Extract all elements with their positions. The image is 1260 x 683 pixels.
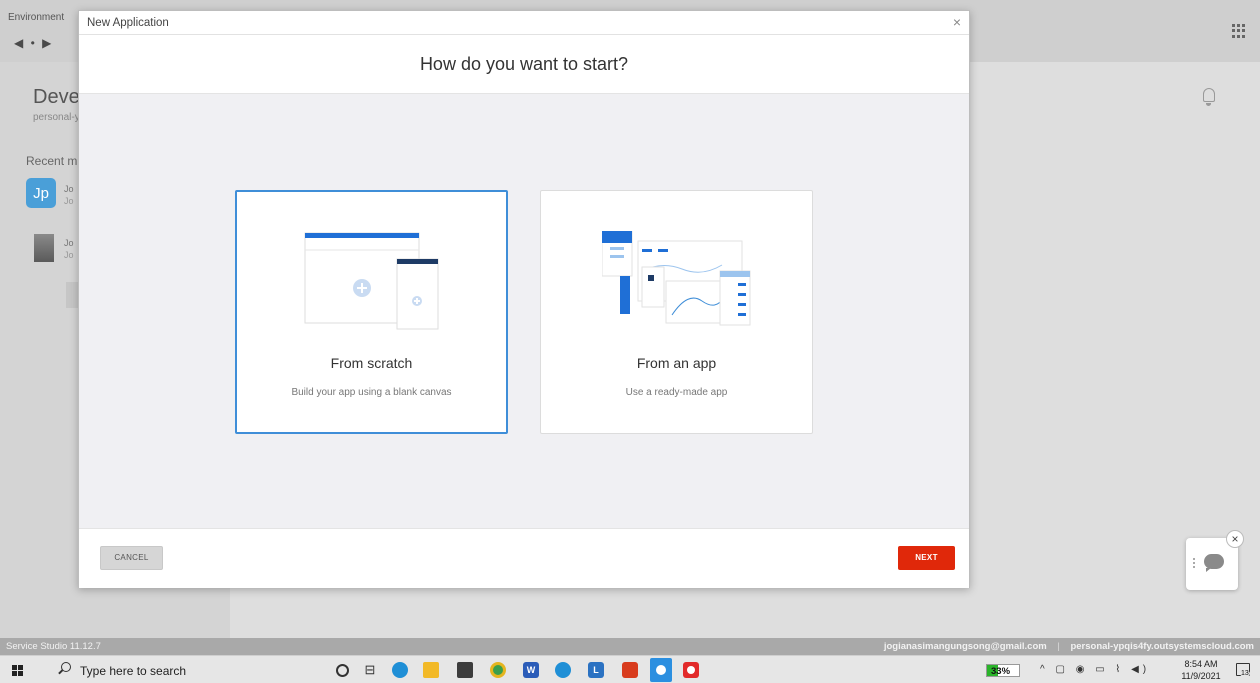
office-icon[interactable] (622, 662, 638, 678)
environment-label: Environment (8, 12, 65, 23)
battery-indicator[interactable]: 33% (986, 664, 1020, 677)
photo-avatar[interactable] (34, 234, 54, 262)
ready-made-app-illustration (601, 231, 750, 326)
apps-grid-icon[interactable] (1232, 24, 1246, 38)
red-app-icon[interactable] (683, 662, 699, 678)
option-title: From an app (636, 355, 717, 371)
search-icon[interactable] (61, 662, 71, 672)
edge-icon[interactable] (392, 662, 408, 678)
close-icon[interactable]: × (953, 14, 961, 30)
status-bar: Service Studio 11.12.7 jogianasimangungs… (0, 638, 1260, 655)
option-from-an-app[interactable]: From an app Use a ready-made app (540, 190, 813, 434)
avatar[interactable]: Jp (26, 178, 56, 208)
battery-percent: 33% (991, 666, 1011, 677)
recent-item-name: Jo (64, 238, 74, 248)
recent-item-sub: Jo (64, 250, 74, 260)
mail-icon[interactable] (457, 662, 473, 678)
option-description: Build your app using a blank canvas (291, 387, 452, 398)
chat-bubble-icon[interactable] (1204, 554, 1224, 572)
dialog-title: New Application (87, 17, 169, 29)
taskbar-search-input[interactable]: Type here to search (80, 664, 186, 678)
recent-item-sub: Jo (64, 196, 74, 206)
recent-modules-label: Recent m (26, 154, 78, 168)
drag-handle-icon[interactable] (1193, 558, 1195, 568)
version-label: Service Studio 11.12.7 (6, 641, 101, 652)
bell-icon[interactable] (1203, 88, 1215, 106)
cancel-button[interactable]: CANCEL (100, 546, 163, 570)
system-tray-icons[interactable]: ^ ▢ ◉ ▭ ⌇ ◀) (1040, 664, 1150, 675)
windows-start-icon[interactable] (12, 665, 23, 676)
option-description: Use a ready-made app (625, 387, 728, 398)
account-info: jogianasimangungsong@gmail.com | persona… (884, 641, 1254, 652)
task-view-icon[interactable]: ⊟ (362, 662, 378, 678)
word-icon[interactable]: W (523, 662, 539, 678)
separator: | (1057, 641, 1060, 652)
page-title: How do you want to start? (419, 54, 629, 74)
windows-taskbar: Type here to search ⊟ W L 33% ^ ▢ ◉ ▭ ⌇ … (0, 655, 1260, 683)
new-application-dialog: New Application × How do you want to sta… (78, 10, 970, 588)
clock-time[interactable]: 8:54 AM (1184, 659, 1218, 669)
clock-date[interactable]: 11/9/2021 (1178, 671, 1224, 681)
dialog-footer: CANCEL NEXT (79, 528, 969, 588)
dialog-header: How do you want to start? (79, 35, 969, 94)
service-studio-icon[interactable] (650, 658, 672, 682)
telegram-icon[interactable] (555, 662, 571, 678)
file-explorer-icon[interactable] (423, 662, 439, 678)
chrome-icon[interactable] (490, 662, 506, 678)
l-app-icon[interactable]: L (588, 662, 604, 678)
nav-arrows-icon[interactable]: ◀ • ▶ (14, 36, 53, 50)
chat-close-button[interactable]: × (1226, 530, 1244, 548)
cortana-icon[interactable] (336, 664, 349, 677)
developer-subtitle: personal-y (33, 112, 80, 123)
blank-canvas-illustration (304, 232, 438, 330)
environment-url[interactable]: personal-ypqis4fy.outsystemscloud.com (1070, 641, 1254, 652)
option-from-scratch[interactable]: From scratch Build your app using a blan… (235, 190, 508, 434)
next-button[interactable]: NEXT (898, 546, 955, 570)
recent-item-name: Jo (64, 184, 74, 194)
dialog-titlebar: New Application × (79, 11, 969, 35)
option-title: From scratch (330, 355, 413, 371)
account-email[interactable]: jogianasimangungsong@gmail.com (884, 641, 1047, 652)
notification-count: 13 (1240, 670, 1250, 677)
